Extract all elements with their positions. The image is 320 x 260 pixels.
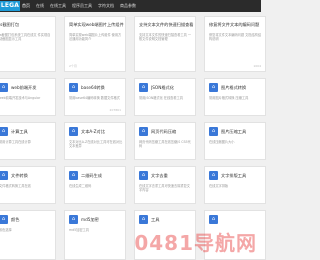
tool-card[interactable]: ⌂ 网页代码压缩网页代码压缩工具在线压缩JS CSS代码 [134, 122, 196, 160]
tool-card[interactable]: 简单实现web端图片上传组件简单实现web端图片上传组件 使用方法通用功能简介 2… [64, 16, 126, 72]
tool-title: 文本A-Z对比 [81, 129, 105, 134]
tool-description: 简单实现web端图片上传组件 使用方法通用功能简介 [69, 33, 122, 42]
tool-icon: ⌂ [139, 83, 148, 92]
tool-title: 二维码生成 [81, 173, 102, 178]
tool-title: 网页代码压缩 [151, 129, 177, 134]
tool-card[interactable]: ⌂ 计算工具常用计算工具在线计算 [0, 122, 56, 160]
tool-card[interactable]: ⌂ 文字排版工具在线文字排版 [204, 166, 266, 204]
nav-item-1[interactable]: 在线 [36, 0, 44, 12]
tool-description: 在线文字去重工具可快速去除重复文字内容 [139, 184, 190, 193]
tool-icon: ⌂ [209, 171, 218, 180]
tool-icon: ⌂ [69, 171, 78, 180]
tool-title: 修复将文件文本的编码问题 [209, 22, 260, 27]
tool-title: 图片格式转换 [221, 85, 247, 90]
tool-meta-left: 2个月 [69, 64, 77, 68]
tool-card[interactable]: ⌂ JSON格式化常用JSON格式化 在线查看工具 [134, 78, 196, 116]
tool-card[interactable]: ⌂ 颜色颜色选择 [0, 210, 56, 260]
tool-title: 计算工具 [11, 129, 28, 134]
tool-description: md5加密工具 [69, 228, 89, 232]
tool-title: 简单实现web端图片上传组件 [69, 22, 124, 27]
tool-icon: ⌂ [69, 215, 78, 224]
tool-card[interactable]: ⌂ 图片格式转换常用图片格式转换 压缩工具 [204, 78, 266, 116]
tool-title: 支持文本文件的快速扫描查看 [139, 22, 194, 27]
tool-description: 常用JSON格式化 在线查看工具 [139, 96, 183, 100]
tool-card[interactable]: 支持文本文件的快速扫描查看支持文本文件的快速扫描查看工具 一般文件说明文档管理 [134, 16, 196, 72]
tool-description: 在线压缩图片大小 [209, 140, 235, 144]
nav-item-4[interactable]: 字符文档 [98, 0, 114, 12]
tool-title: 文字去重 [151, 173, 168, 178]
tool-description: 文件格式转换工具在线 [0, 184, 31, 188]
tool-description: web前端开发技术与Angular [0, 96, 41, 100]
tool-icon: ⌂ [0, 127, 8, 136]
tool-card[interactable]: ⌂ md5加密 md5加密工具 [64, 210, 126, 260]
tool-icon: ⌂ [139, 127, 148, 136]
tool-card[interactable]: ⌂ base64转换常用base64编码转换 数据文件格式 207861 [64, 78, 126, 116]
tool-card[interactable]: ⌂ 文字去重在线文字去重工具可快速去除重复文字内容 [134, 166, 196, 204]
nav-item-5[interactable]: 商品参数 [120, 0, 136, 12]
tool-card[interactable]: ⌂ 文件转换文件格式转换工具在线 [0, 166, 56, 204]
tool-description: 颜色选择 [0, 228, 12, 232]
tool-meta-right: 207861 [109, 108, 121, 112]
tool-description: 常用base64编码转换 数据文件格式 [69, 96, 120, 100]
tool-icon: ⌂ [0, 215, 8, 224]
tool-icon: ⌂ [0, 83, 8, 92]
tool-icon: ⌂ [0, 171, 8, 180]
tool-description: 网页代码压缩工具在线压缩JS CSS代码 [139, 140, 191, 149]
tool-description: 文本对比A-Z在线对比工具可在线对比文本差异 [69, 140, 123, 149]
main-nav: 首页 在线 在线工具 程序员工具 字符文档 商品参数 [22, 0, 136, 12]
tool-description: 常用计算工具在线计算 [0, 140, 31, 144]
tool-icon: ⌂ [209, 83, 218, 92]
tool-card[interactable]: ⌂ web前端开发 web前端开发技术与Angular [0, 78, 56, 116]
tool-description: 在线文字排版 [209, 184, 229, 188]
tool-description: 支持文本文件的快速扫描查看工具 一般文件说明文档管理 [139, 33, 192, 42]
nav-item-0[interactable]: 首页 [22, 0, 30, 12]
watermark-text: 0481导航网 [134, 231, 257, 255]
tool-card[interactable]: ⌂ 文本A-Z对比文本对比A-Z在线对比工具可在线对比文本差异 [64, 122, 126, 160]
tool-card[interactable]: js截图打包 js截图打包系统工具在线文 件实现自动截图显示工具 [0, 16, 56, 72]
tool-title: JSON格式化 [151, 85, 174, 90]
tool-title: 文件转换 [11, 173, 28, 178]
tool-title: md5加密 [81, 217, 99, 222]
tool-description: 常用图片格式转换 压缩工具 [209, 96, 249, 100]
tool-icon: ⌂ [209, 215, 218, 224]
tool-title: js截图打包 [0, 22, 20, 27]
tool-title: 文字排版工具 [221, 173, 247, 178]
tool-card[interactable]: ⌂ 图片压缩工具在线压缩图片大小 [204, 122, 266, 160]
tool-icon: ⌂ [139, 171, 148, 180]
tool-title: web前端开发 [11, 85, 37, 90]
tool-icon: ⌂ [139, 215, 148, 224]
tool-meta-right: 1004 [253, 64, 261, 68]
tool-description: 修复将文件文本编码问题 文档结构结构说明 [209, 33, 262, 42]
site-logo[interactable]: LEGA [0, 1, 20, 11]
tool-card[interactable]: ⌂ 二维码生成在线生成二维码 [64, 166, 126, 204]
tool-icon: ⌂ [69, 127, 78, 136]
nav-item-3[interactable]: 程序员工具 [72, 0, 92, 12]
tool-title: base64转换 [81, 85, 105, 90]
top-navigation-bar: LEGA 首页 在线 在线工具 程序员工具 字符文档 商品参数 [0, 0, 261, 12]
nav-item-2[interactable]: 在线工具 [50, 0, 66, 12]
tool-icon: ⌂ [209, 127, 218, 136]
tool-title: 工具 [151, 217, 160, 222]
tool-title: 颜色 [11, 217, 20, 222]
tool-description: js截图打包系统工具在线文 件实现自动截图显示工具 [0, 33, 51, 42]
tool-card[interactable]: 修复将文件文本的编码问题修复将文件文本编码问题 文档结构结构说明 1004 [204, 16, 266, 72]
tool-description: 在线生成二维码 [69, 184, 92, 188]
tool-icon: ⌂ [69, 83, 78, 92]
tool-title: 图片压缩工具 [221, 129, 247, 134]
